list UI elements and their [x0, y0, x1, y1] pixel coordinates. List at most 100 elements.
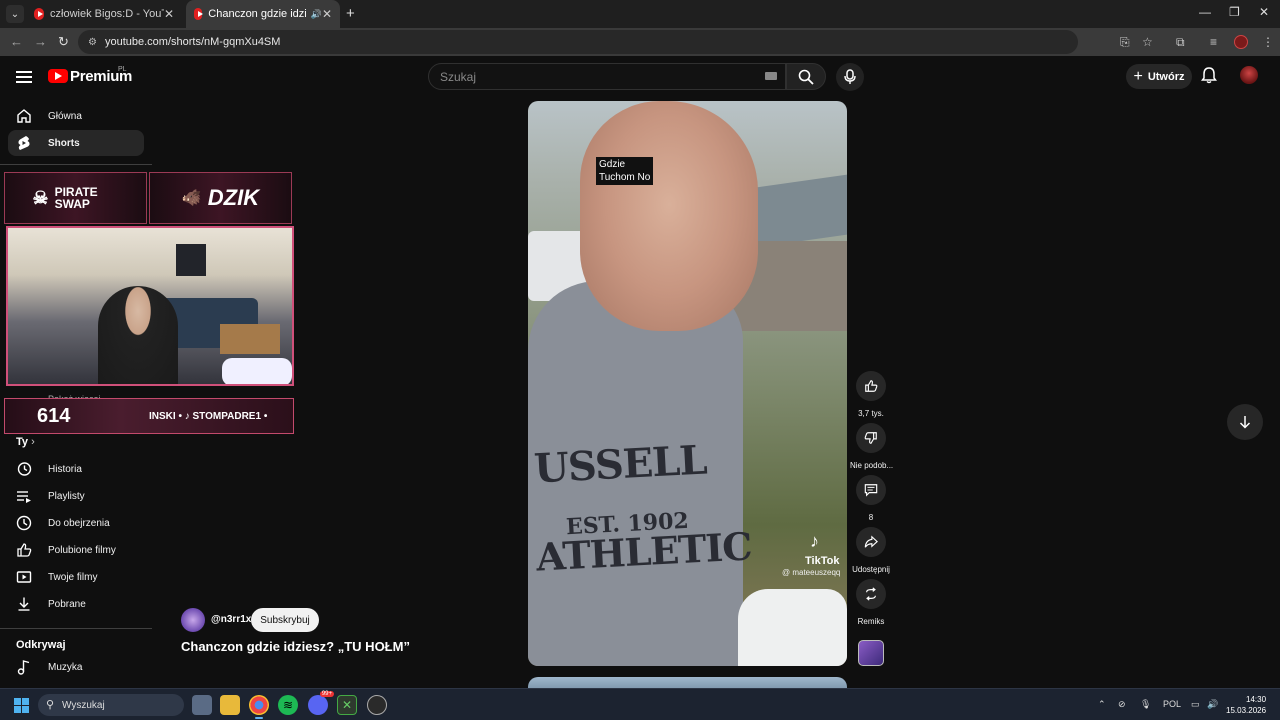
- share-label: Udostępnij: [852, 565, 890, 574]
- tiktok-username: @ mateeuszeqq: [782, 568, 841, 577]
- sidebar-item-label: Do obejrzenia: [48, 517, 110, 529]
- browser-menu-icon[interactable]: ⋮: [1262, 35, 1274, 49]
- sidebar-item-your-videos[interactable]: Twoje filmy: [8, 564, 144, 590]
- shorts-video-player[interactable]: USSELL EST. 1902 ATHLETIC Gdzie Tuchom N…: [528, 101, 847, 666]
- close-tab-icon[interactable]: ✕: [322, 7, 332, 21]
- like-icon: [16, 542, 32, 558]
- share-button[interactable]: Udostępnij: [850, 527, 892, 574]
- tiktok-watermark: TikTok: [805, 555, 840, 567]
- search-icon: ⚲: [46, 699, 55, 711]
- spotify-icon[interactable]: ≋: [278, 695, 298, 715]
- tab-title: Chanczon gdzie idziesz? „TU: [208, 8, 307, 20]
- youtube-logo-icon[interactable]: [48, 69, 68, 83]
- comments-button[interactable]: 8: [850, 475, 892, 522]
- webcam-feed: [6, 226, 294, 386]
- sidebar-item-history[interactable]: Historia: [8, 456, 144, 482]
- country-code: PL: [118, 66, 127, 73]
- chevron-right-icon: ›: [31, 436, 35, 448]
- sidebar-item-label: Główna: [48, 110, 82, 122]
- sidebar-item-label: Shorts: [48, 137, 80, 149]
- tab-search-icon[interactable]: ⌄: [6, 5, 24, 23]
- keyboard-icon[interactable]: [765, 72, 777, 80]
- obs-icon[interactable]: [367, 695, 387, 715]
- profile-icon[interactable]: [1234, 35, 1248, 49]
- create-button[interactable]: + Utwórz: [1126, 64, 1192, 89]
- webcam-light: [222, 358, 292, 384]
- sidebar-item-downloads[interactable]: Pobrane: [8, 591, 144, 617]
- chrome-icon[interactable]: [249, 695, 269, 719]
- file-explorer-icon[interactable]: [220, 695, 240, 715]
- next-short-button[interactable]: [1227, 404, 1263, 440]
- create-label: Utwórz: [1147, 70, 1185, 83]
- taskbar-search[interactable]: ⚲ Wyszukaj: [38, 694, 184, 716]
- sidebar-item-playlists[interactable]: Playlisty: [8, 483, 144, 509]
- playlist-icon: [16, 488, 32, 504]
- webcam-tv: [176, 244, 206, 276]
- short-title[interactable]: Chanczon gdzie idziesz? „TU HOŁM”: [181, 639, 410, 654]
- display-icon[interactable]: ▭: [1191, 699, 1200, 710]
- task-view-icon[interactable]: [192, 695, 212, 715]
- sidebar-item-music[interactable]: Muzyka: [8, 654, 144, 680]
- maximize-icon[interactable]: ❐: [1229, 5, 1240, 19]
- tab-chanczon[interactable]: Chanczon gdzie idziesz? „TU 🔊 ✕: [186, 0, 340, 28]
- music-icon: [16, 659, 32, 675]
- sidebar-item-watch-later[interactable]: Do obejrzenia: [8, 510, 144, 536]
- sidebar-divider: [0, 628, 152, 629]
- account-avatar[interactable]: [1240, 66, 1258, 84]
- sound-thumbnail[interactable]: [858, 640, 884, 666]
- site-info-icon[interactable]: ⚙: [88, 37, 97, 48]
- caption-line: Gdzie: [599, 159, 626, 170]
- viewer-count: 614: [37, 404, 71, 427]
- star-icon[interactable]: ☆: [1142, 35, 1153, 49]
- extensions-icon[interactable]: ⧉: [1176, 35, 1185, 50]
- tab-bigos[interactable]: człowiek Bigos:D - YouTube ✕: [26, 0, 182, 28]
- you-section-heading[interactable]: Ty ›: [16, 436, 35, 448]
- audio-playing-icon[interactable]: 🔊: [311, 9, 322, 20]
- pirate-skull-icon: ☠: [32, 187, 49, 208]
- address-bar[interactable]: ⚙ youtube.com/shorts/nM-gqmXu4SM: [78, 30, 1078, 54]
- sidebar-item-liked-videos[interactable]: Polubione filmy: [8, 537, 144, 563]
- explore-section-heading: Odkrywaj: [16, 639, 66, 651]
- search-button[interactable]: [786, 63, 826, 90]
- forward-icon[interactable]: →: [34, 34, 47, 49]
- system-clock[interactable]: 14:30 15.03.2026: [1226, 694, 1266, 716]
- volume-icon[interactable]: 🔊: [1207, 699, 1218, 710]
- input-language[interactable]: POL: [1163, 699, 1181, 709]
- share-icon: [864, 535, 878, 548]
- sidebar-item-shorts[interactable]: Shorts: [8, 130, 144, 156]
- clock-time: 14:30: [1246, 695, 1267, 704]
- thumbs-down-icon: [864, 432, 877, 444]
- channel-name[interactable]: @n3rr1x: [211, 614, 251, 625]
- close-window-icon[interactable]: ✕: [1259, 5, 1269, 19]
- reload-icon[interactable]: ↻: [58, 34, 69, 50]
- subscribe-button[interactable]: Subskrybuj: [251, 608, 319, 632]
- close-tab-icon[interactable]: ✕: [164, 7, 174, 21]
- tray-chevron-icon[interactable]: ⌃: [1098, 699, 1106, 710]
- sidebar-item-home[interactable]: Główna: [8, 103, 144, 129]
- channel-avatar[interactable]: [181, 608, 205, 632]
- search-icon: [798, 69, 814, 85]
- reading-list-icon[interactable]: ≡: [1210, 35, 1217, 49]
- microphone-icon[interactable]: 🎙: [1140, 699, 1151, 710]
- remix-button[interactable]: Remiks: [850, 579, 892, 626]
- notifications-button[interactable]: [1200, 66, 1218, 89]
- search-input[interactable]: Szukaj: [428, 63, 786, 90]
- app-icon[interactable]: ✕: [337, 695, 357, 715]
- voice-search-button[interactable]: [836, 63, 864, 91]
- shirt-text-top: USSELL: [532, 436, 708, 493]
- minimize-icon[interactable]: —: [1199, 5, 1211, 19]
- windows-start-icon[interactable]: [14, 698, 29, 713]
- back-icon[interactable]: ←: [10, 34, 23, 49]
- remix-icon: [866, 587, 876, 601]
- video-caption: Gdzie Tuchom No: [596, 157, 654, 185]
- webcam-table: [220, 324, 280, 354]
- discord-icon[interactable]: 99+: [308, 691, 334, 715]
- network-off-icon[interactable]: ⊘: [1118, 699, 1126, 710]
- streamer: [98, 286, 178, 384]
- like-button[interactable]: 3,7 tys.: [850, 371, 892, 418]
- dislike-label: Nie podob...: [850, 461, 894, 470]
- menu-icon[interactable]: [16, 71, 32, 83]
- new-tab-icon[interactable]: +: [346, 5, 355, 22]
- install-icon[interactable]: ⎘: [1120, 35, 1130, 50]
- dislike-button[interactable]: Nie podob...: [850, 423, 894, 470]
